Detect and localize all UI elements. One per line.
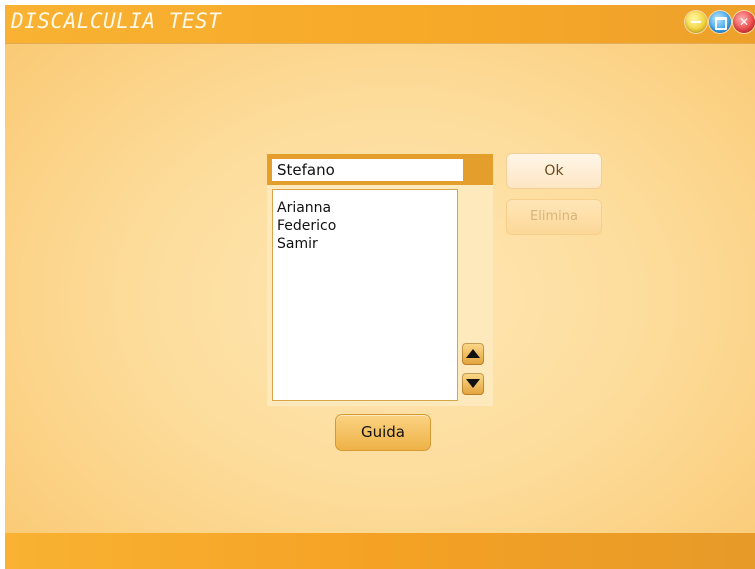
name-input[interactable]: [272, 159, 463, 181]
scroll-up-button[interactable]: [462, 343, 484, 365]
app-window: DISCALCULIA TEST ✕ Arianna Federico Sami…: [5, 5, 755, 569]
delete-button[interactable]: Elimina: [506, 199, 602, 235]
list-item[interactable]: Federico: [277, 217, 336, 235]
help-button[interactable]: Guida: [335, 414, 431, 451]
ok-button[interactable]: Ok: [506, 153, 602, 189]
scroll-down-button[interactable]: [462, 373, 484, 395]
title-bar: DISCALCULIA TEST ✕: [5, 5, 755, 43]
list-item[interactable]: Samir: [277, 235, 336, 253]
arrow-up-icon: [466, 349, 480, 358]
app-title: DISCALCULIA TEST: [11, 9, 222, 33]
minimize-button[interactable]: [685, 11, 707, 33]
list-item[interactable]: Arianna: [277, 199, 336, 217]
arrow-down-icon: [466, 379, 480, 388]
footer-bar: [5, 533, 755, 569]
close-button[interactable]: ✕: [733, 11, 755, 33]
minimize-icon: [691, 21, 701, 23]
close-icon: ✕: [738, 15, 750, 29]
maximize-icon: [715, 17, 727, 30]
user-list-items: Arianna Federico Samir: [277, 199, 336, 253]
maximize-button[interactable]: [709, 11, 731, 33]
